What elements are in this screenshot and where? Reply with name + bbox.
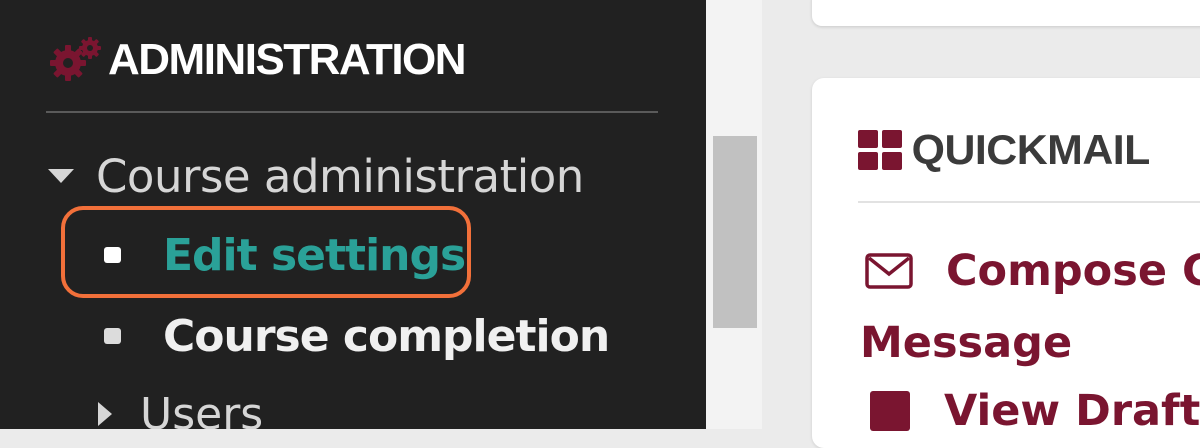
course-completion-link[interactable]: Course completion — [163, 311, 610, 362]
compose-message-link-continued[interactable]: Message — [860, 318, 1072, 368]
gears-icon — [50, 37, 101, 81]
compose-link-label[interactable]: Compose C — [946, 246, 1200, 296]
grid-icon — [858, 130, 902, 170]
caret-down-icon[interactable] — [48, 169, 74, 183]
bullet-icon — [104, 247, 121, 263]
administration-block: ADMINISTRATION Course administration Edi… — [0, 0, 706, 429]
quickmail-block: QUICKMAIL Compose C Message View Drafts — [812, 78, 1200, 448]
bullet-icon — [104, 328, 121, 344]
tree-node-label[interactable]: Course administration — [96, 150, 584, 203]
previous-block-card — [812, 0, 1200, 26]
compose-message-link[interactable]: Compose C — [864, 246, 1200, 296]
tree-node-users[interactable]: Users — [98, 386, 263, 429]
administration-header: ADMINISTRATION — [48, 30, 467, 90]
administration-title: ADMINISTRATION — [108, 35, 467, 84]
quickmail-divider — [858, 201, 1200, 203]
header-divider — [46, 111, 658, 113]
draft-icon — [870, 391, 910, 431]
page-scrollbar-thumb[interactable] — [713, 136, 757, 328]
caret-right-icon[interactable] — [98, 402, 112, 426]
quickmail-header: QUICKMAIL — [858, 120, 1151, 180]
tree-node-course-administration[interactable]: Course administration — [46, 148, 584, 204]
quickmail-title: QUICKMAIL — [911, 126, 1151, 173]
edit-settings-link[interactable]: Edit settings — [163, 230, 466, 281]
tree-item-course-completion[interactable]: Course completion — [104, 308, 610, 364]
compose-link-label-line2[interactable]: Message — [860, 318, 1072, 368]
tree-node-label[interactable]: Users — [140, 389, 263, 430]
envelope-icon — [865, 253, 913, 289]
tree-item-edit-settings[interactable]: Edit settings — [104, 227, 466, 283]
